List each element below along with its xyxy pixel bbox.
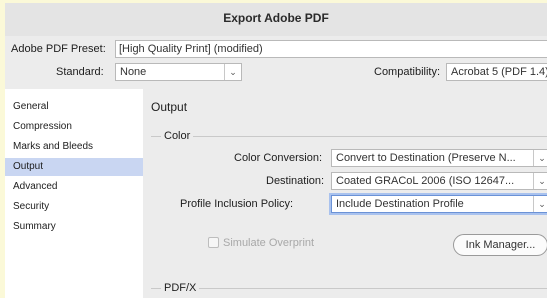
standard-select[interactable]: None ⌄ [115, 63, 242, 81]
preset-field[interactable]: [High Quality Print] (modified) [115, 40, 547, 58]
destination-label: Destination: [266, 175, 325, 187]
chevron-down-icon: ⌄ [224, 64, 241, 80]
standard-label: Standard: [56, 66, 104, 78]
sidebar-item-summary[interactable]: Summary [5, 218, 143, 236]
preset-label: Adobe PDF Preset: [11, 43, 106, 55]
sidebar-item-output[interactable]: Output [5, 158, 143, 176]
sidebar-item-advanced[interactable]: Advanced [5, 178, 143, 196]
pdfx-group-divider [151, 288, 547, 289]
color-conversion-value: Convert to Destination (Preserve N... [336, 152, 516, 164]
color-group-label: Color [161, 129, 194, 143]
export-pdf-dialog: Export Adobe PDF Adobe PDF Preset: [High… [0, 0, 547, 298]
simulate-overprint-checkbox[interactable] [208, 237, 219, 248]
simulate-overprint-label: Simulate Overprint [223, 237, 315, 249]
sidebar-item-general[interactable]: General [5, 98, 143, 116]
compatibility-select[interactable]: Acrobat 5 (PDF 1.4) [446, 63, 547, 81]
standard-value: None [120, 66, 147, 78]
chevron-down-icon: ⌄ [533, 173, 547, 189]
color-group-divider [151, 136, 547, 137]
panel-title: Output [151, 100, 188, 114]
chevron-down-icon: ⌄ [533, 150, 547, 166]
color-conversion-select[interactable]: Convert to Destination (Preserve N... ⌄ [331, 149, 547, 167]
destination-value: Coated GRACoL 2006 (ISO 12647... [336, 175, 515, 187]
sidebar-item-compression[interactable]: Compression [5, 118, 143, 136]
compatibility-label: Compatibility: [374, 66, 441, 78]
dialog-title: Export Adobe PDF [5, 3, 547, 36]
compatibility-value: Acrobat 5 (PDF 1.4) [451, 66, 547, 78]
profile-policy-select[interactable]: Include Destination Profile ⌄ [331, 195, 547, 213]
profile-policy-label: Profile Inclusion Policy: [180, 198, 294, 210]
chevron-down-icon: ⌄ [533, 196, 547, 212]
output-panel: Output Color Color Conversion: Convert t… [143, 89, 547, 298]
pdfx-group-label: PDF/X [161, 281, 200, 295]
sidebar-item-security[interactable]: Security [5, 198, 143, 216]
color-conversion-label: Color Conversion: [234, 152, 323, 164]
destination-select[interactable]: Coated GRACoL 2006 (ISO 12647... ⌄ [331, 172, 547, 190]
sidebar: General Compression Marks and Bleeds Out… [5, 89, 143, 298]
ink-manager-button[interactable]: Ink Manager... [453, 234, 547, 256]
preset-value: [High Quality Print] (modified) [119, 43, 263, 55]
profile-policy-value: Include Destination Profile [336, 198, 464, 210]
sidebar-item-marks-and-bleeds[interactable]: Marks and Bleeds [5, 138, 143, 156]
